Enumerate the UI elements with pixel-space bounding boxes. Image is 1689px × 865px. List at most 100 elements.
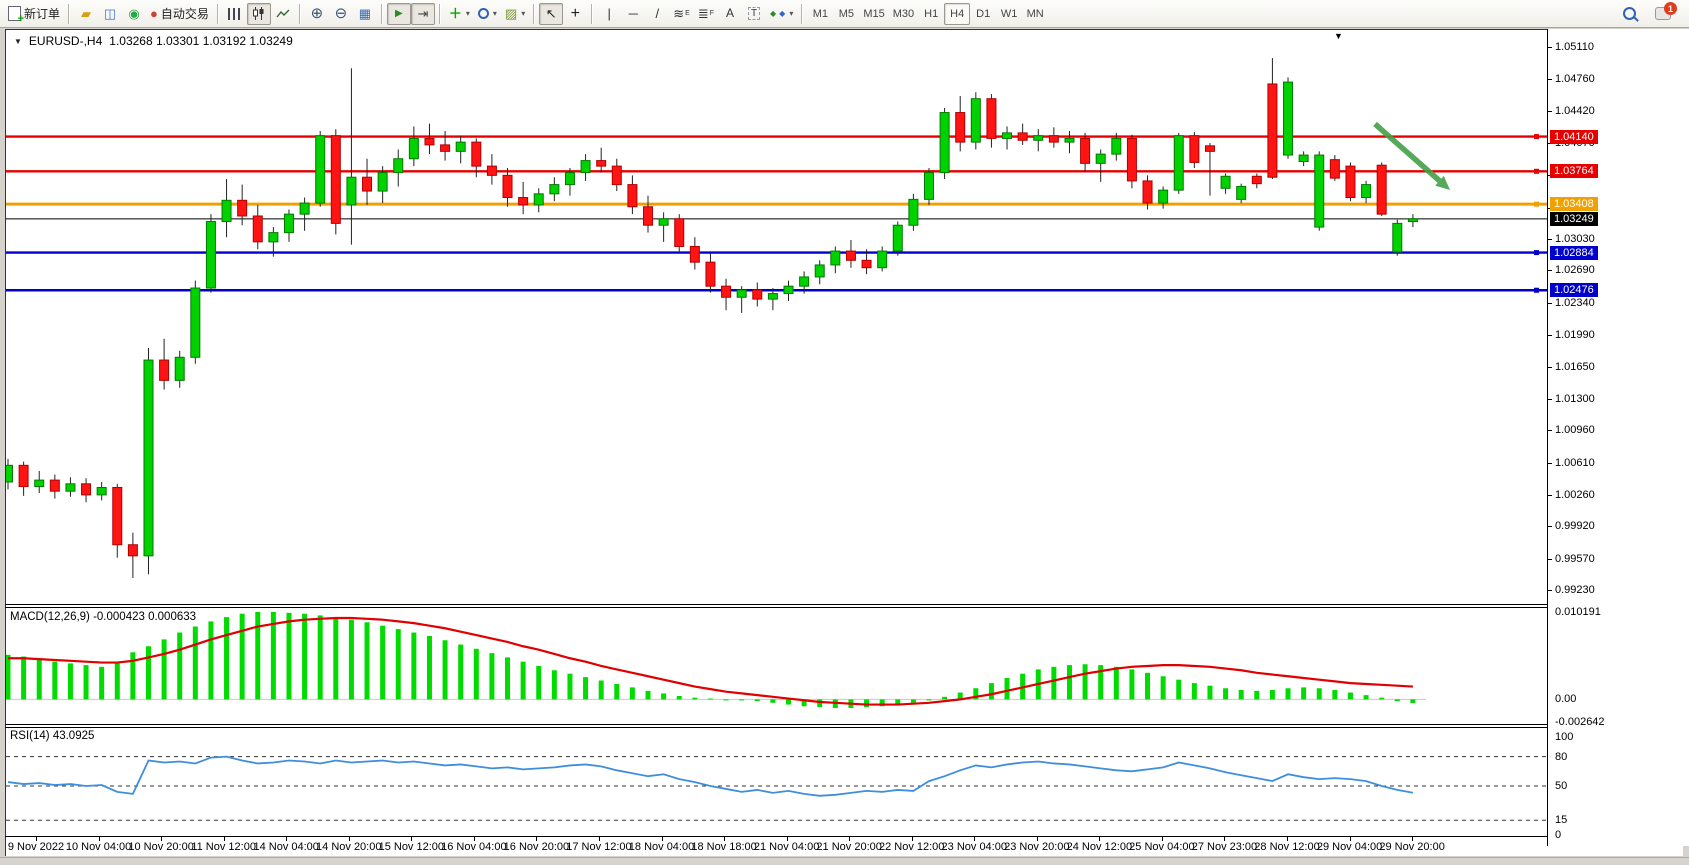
- timeframe-m15-button[interactable]: M15: [859, 3, 888, 25]
- macd-histogram-bar: [1410, 699, 1415, 703]
- macd-histogram-bar: [521, 662, 526, 700]
- period-button[interactable]: ▾: [474, 3, 501, 25]
- candle: [1127, 135, 1136, 189]
- market-watch-button[interactable]: ◫: [98, 3, 122, 25]
- zoom-in-icon: ⊕: [311, 7, 324, 20]
- macd-histogram-bar: [1145, 673, 1150, 700]
- price-chart-svg[interactable]: [6, 30, 1547, 604]
- line-handle[interactable]: [1534, 169, 1539, 174]
- rsi-axis-label: 100: [1555, 731, 1573, 743]
- timeframe-mn-button[interactable]: MN: [1022, 3, 1048, 25]
- candle-body: [956, 113, 965, 143]
- price-axis-label: 1.01990: [1555, 329, 1595, 341]
- gold-icon: ▰: [81, 7, 91, 20]
- macd-histogram-bar: [68, 663, 73, 699]
- timeframe-m1-button[interactable]: M1: [807, 3, 833, 25]
- crosshair-button[interactable]: +: [563, 3, 587, 25]
- macd-histogram-bar: [1317, 688, 1322, 699]
- time-axis-label: 29 Nov 04:00: [1317, 841, 1382, 853]
- macd-histogram-bar: [240, 614, 245, 700]
- line-handle[interactable]: [1534, 250, 1539, 255]
- timeframe-w1-button[interactable]: W1: [996, 3, 1022, 25]
- candle: [1268, 58, 1277, 179]
- candle: [206, 214, 215, 292]
- gold-chart-button[interactable]: ▰: [74, 3, 98, 25]
- candle-body: [300, 203, 309, 214]
- arrows-tool-button[interactable]: ◆◆▾: [766, 3, 797, 25]
- zoom-in-button[interactable]: ⊕: [305, 3, 329, 25]
- equidistant-channel-button[interactable]: ≋E: [669, 3, 694, 25]
- tile-windows-button[interactable]: ▦: [353, 3, 377, 25]
- template-button[interactable]: ▨▾: [501, 3, 529, 25]
- candle-body: [503, 175, 512, 197]
- macd-histogram-bar: [692, 698, 697, 700]
- text-tool-button[interactable]: A: [718, 3, 742, 25]
- trendline-button[interactable]: /: [645, 3, 669, 25]
- timeframe-h1-button[interactable]: H1: [918, 3, 944, 25]
- rsi-panel-svg[interactable]: [6, 728, 1547, 836]
- time-axis-label: 18 Nov 18:00: [691, 841, 756, 853]
- text-label-button[interactable]: T: [742, 3, 766, 25]
- macd-histogram-bar: [739, 699, 744, 700]
- cursor-icon: ↖: [546, 7, 557, 20]
- macd-histogram-bar: [1176, 680, 1181, 700]
- macd-histogram-bar: [146, 646, 151, 699]
- price-axis[interactable]: 1.051101.047601.044201.040701.037201.033…: [1548, 29, 1689, 846]
- timeframe-d1-button[interactable]: D1: [970, 3, 996, 25]
- time-axis-label: 18 Nov 04:00: [629, 841, 694, 853]
- candlestick-chart-button[interactable]: [247, 3, 271, 25]
- vertical-line-button[interactable]: |: [597, 3, 621, 25]
- candle-body: [1174, 136, 1183, 190]
- new-order-button[interactable]: 新订单: [4, 3, 64, 25]
- price-tick: [1548, 495, 1552, 496]
- notification-badge: 1: [1664, 2, 1677, 15]
- macd-histogram-bar: [411, 633, 416, 700]
- chart-shift-button[interactable]: ⇥: [411, 3, 435, 25]
- price-axis-label: 0.99570: [1555, 553, 1595, 565]
- line-chart-button[interactable]: [271, 3, 295, 25]
- zoom-out-button[interactable]: ⊖: [329, 3, 353, 25]
- macd-histogram-bar: [115, 663, 120, 699]
- line-handle[interactable]: [1534, 202, 1539, 207]
- panel-separator[interactable]: [5, 604, 1547, 605]
- macd-panel-svg[interactable]: [6, 608, 1547, 724]
- timeframe-h4-button[interactable]: H4: [944, 3, 970, 25]
- candle: [19, 462, 28, 496]
- candle: [550, 177, 559, 201]
- toolbar: 新订单 ▰ ◫ ◉ ● 自动交易 ⊕ ⊖ ▦ ▶ ⇥ ＋▾ ▾ ▨▾ ↖ + |: [0, 0, 1689, 28]
- price-tick: [1548, 335, 1552, 336]
- vertical-line-icon: |: [608, 7, 611, 20]
- bar-chart-button[interactable]: [223, 3, 247, 25]
- rsi-axis-label: 0: [1555, 829, 1561, 841]
- timeframe-m30-button[interactable]: M30: [889, 3, 918, 25]
- autotrade-button[interactable]: ● 自动交易: [146, 3, 213, 25]
- candle-body: [1065, 138, 1074, 142]
- macd-histogram-bar: [458, 645, 463, 700]
- time-axis-label: 21 Nov 20:00: [816, 841, 881, 853]
- price-tick: [1548, 239, 1552, 240]
- macd-histogram-bar: [755, 699, 760, 701]
- rsi-axis-label: 50: [1555, 780, 1567, 792]
- separator: [439, 4, 441, 24]
- line-handle[interactable]: [1534, 288, 1539, 293]
- candle-body: [1330, 160, 1339, 178]
- timeframe-m5-button[interactable]: M5: [833, 3, 859, 25]
- candle: [284, 210, 293, 242]
- fibonacci-button[interactable]: ≣F: [694, 3, 718, 25]
- line-handle[interactable]: [1534, 134, 1539, 139]
- candle: [1221, 174, 1230, 194]
- horizontal-line-button[interactable]: ─: [621, 3, 645, 25]
- cursor-button[interactable]: ↖: [539, 3, 563, 25]
- notifications-button[interactable]: 1: [1651, 3, 1675, 25]
- auto-scroll-button[interactable]: ▶: [387, 3, 411, 25]
- candle-body: [1159, 190, 1168, 203]
- search-button[interactable]: [1617, 3, 1641, 25]
- price-tag: 1.02884: [1550, 246, 1598, 260]
- add-indicator-button[interactable]: ＋▾: [445, 3, 474, 25]
- signals-button[interactable]: ◉: [122, 3, 146, 25]
- candle: [316, 131, 325, 207]
- candle-body: [737, 290, 746, 297]
- panel-separator[interactable]: [5, 724, 1547, 725]
- candle: [956, 96, 965, 151]
- candle-body: [519, 198, 528, 205]
